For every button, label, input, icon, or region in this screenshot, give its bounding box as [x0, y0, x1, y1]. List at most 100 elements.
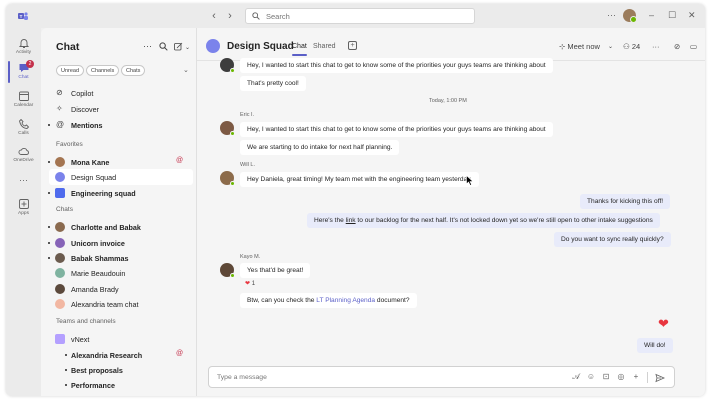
- filter-channels[interactable]: Channels: [86, 65, 120, 76]
- format-icon[interactable]: 𝒜: [571, 372, 581, 382]
- emoji-icon[interactable]: ☺: [586, 372, 596, 382]
- nav-copilot[interactable]: ⊘ Copilot: [41, 85, 196, 101]
- mention-icon: @: [176, 157, 184, 164]
- chat-item-charlotte-and-babak[interactable]: Charlotte and Babak: [41, 219, 196, 235]
- teams-header[interactable]: Teams and channels: [56, 318, 116, 325]
- chat-item-design-squad[interactable]: Design Squad: [49, 169, 193, 185]
- maximize-icon[interactable]: ☐: [668, 9, 676, 21]
- agenda-link[interactable]: LT Planning Agenda: [316, 297, 375, 304]
- avatar: [55, 253, 65, 263]
- loop-icon[interactable]: ◎: [616, 372, 626, 382]
- add-tab-icon[interactable]: +: [348, 41, 357, 50]
- filter-chats[interactable]: Chats: [121, 65, 146, 76]
- team-item-vnext[interactable]: vNext: [41, 331, 196, 347]
- forward-icon[interactable]: ›: [224, 10, 236, 22]
- nav-label: Copilot: [71, 89, 94, 98]
- conversation-title[interactable]: Design Squad: [227, 41, 294, 52]
- copilot-icon[interactable]: ⊘: [674, 42, 680, 52]
- message-composer[interactable]: 𝒜 ☺ ⊡ ◎ +: [208, 366, 675, 388]
- chat-item-engineering-squad[interactable]: Engineering squad: [41, 185, 196, 201]
- svg-text:T: T: [20, 14, 23, 19]
- rail-label: Chat: [18, 75, 29, 80]
- chat-item-alexandria-team-chat[interactable]: Alexandria team chat: [41, 296, 196, 312]
- channel-item-performance[interactable]: Performance: [41, 377, 196, 393]
- tab-shared[interactable]: Shared: [313, 43, 336, 50]
- message-bubble[interactable]: Hey Daniela, great timing! My team met w…: [240, 172, 479, 187]
- chat-item-mona-kane[interactable]: Mona Kane @: [41, 154, 196, 170]
- group-avatar: [55, 238, 65, 248]
- chat-item-marie-beaudouin[interactable]: Marie Beaudouin: [41, 265, 196, 281]
- chats-header[interactable]: Chats: [56, 206, 73, 213]
- rail-chat[interactable]: 2 Chat: [6, 60, 41, 80]
- more-options-icon[interactable]: ···: [607, 9, 616, 21]
- search-input[interactable]: [266, 11, 466, 21]
- title-bar: T ‹ › ··· – ☐ ✕: [6, 4, 705, 28]
- my-message-bubble[interactable]: Will do!: [637, 338, 673, 353]
- rail-label: Activity: [15, 50, 32, 55]
- rail-activity[interactable]: Activity: [6, 37, 41, 55]
- participant-count: 24: [631, 42, 641, 51]
- back-icon[interactable]: ‹: [208, 10, 220, 22]
- rail-calls[interactable]: Calls: [6, 118, 41, 136]
- presence-icon: [230, 181, 235, 186]
- meet-now-button[interactable]: ⊹ Meet now: [559, 42, 600, 52]
- my-message-bubble[interactable]: Do you want to sync really quickly?: [554, 232, 671, 247]
- search-icon[interactable]: [159, 42, 168, 51]
- unread-dot: [48, 161, 50, 163]
- avatar: [55, 268, 65, 278]
- search-box[interactable]: [245, 8, 475, 24]
- more-options-icon[interactable]: ···: [652, 42, 660, 52]
- meet-now-label: Meet now: [567, 42, 600, 51]
- presence-icon: [230, 68, 235, 73]
- chevron-down-icon[interactable]: ⌄: [185, 43, 190, 54]
- minimize-icon[interactable]: –: [649, 9, 654, 21]
- rail-more[interactable]: ···: [6, 175, 41, 185]
- reaction[interactable]: ❤ 1: [245, 280, 255, 287]
- rail-label: Apps: [18, 211, 29, 216]
- rail-onedrive[interactable]: OneDrive: [6, 145, 41, 163]
- channel-item-alexandria-research[interactable]: Alexandria Research @: [41, 347, 196, 363]
- my-message-bubble[interactable]: Here's the link to our backlog for the n…: [307, 213, 660, 228]
- backlog-link[interactable]: link: [346, 217, 356, 224]
- new-chat-icon[interactable]: [174, 42, 183, 51]
- user-avatar[interactable]: [623, 9, 637, 23]
- nav-discover[interactable]: ✧ Discover: [41, 101, 196, 117]
- rail-calendar[interactable]: Calendar: [6, 90, 41, 108]
- tab-chat[interactable]: Chat: [292, 43, 307, 56]
- chevron-down-icon[interactable]: ⌄: [608, 42, 613, 52]
- chat-item-amanda-brady[interactable]: Amanda Brady: [41, 281, 196, 297]
- nav-label: Mentions: [71, 121, 103, 130]
- message-bubble[interactable]: That's pretty cool!: [240, 76, 306, 91]
- message-text: to our backlog for the next half. It's n…: [355, 217, 653, 224]
- more-options-icon[interactable]: ···: [143, 41, 152, 52]
- message-bubble[interactable]: Yes that'd be great!: [240, 263, 311, 278]
- add-icon[interactable]: +: [631, 372, 641, 382]
- side-panel-icon[interactable]: ▭: [690, 42, 697, 52]
- close-icon[interactable]: ✕: [688, 9, 696, 21]
- rail-label: OneDrive: [13, 158, 34, 163]
- message-bubble[interactable]: Btw, can you check the LT Planning Agend…: [240, 293, 417, 308]
- chat-item-unicorn-invoice[interactable]: Unicorn invoice: [41, 235, 196, 251]
- my-message-bubble[interactable]: Thanks for kicking this off!: [580, 194, 671, 209]
- gif-icon[interactable]: ⊡: [601, 372, 611, 382]
- favorites-header[interactable]: Favorites: [56, 141, 83, 148]
- channel-item-best-proposals[interactable]: Best proposals: [41, 362, 196, 378]
- message-bubble[interactable]: Hey, I wanted to start this chat to get …: [240, 58, 553, 73]
- mouse-cursor-icon: [466, 175, 474, 186]
- add-apps-icon: [18, 199, 29, 209]
- message-bubble[interactable]: Hey, I wanted to start this chat to get …: [240, 122, 553, 137]
- message-input[interactable]: [217, 372, 517, 383]
- at-icon: @: [56, 120, 65, 129]
- participants-button[interactable]: ⚇ 24: [623, 42, 640, 52]
- phone-icon: [18, 118, 29, 129]
- chat-name: Alexandria team chat: [71, 300, 139, 309]
- rail-apps[interactable]: Apps: [6, 198, 41, 216]
- chat-item-babak-shammas[interactable]: Babak Shammas: [41, 250, 196, 266]
- send-icon[interactable]: [655, 373, 665, 383]
- message-bubble[interactable]: We are starting to do intake for next ha…: [240, 140, 400, 155]
- nav-mentions[interactable]: @ Mentions: [41, 117, 196, 133]
- chevron-down-icon[interactable]: ⌄: [183, 66, 189, 74]
- channel-name: Performance: [71, 381, 115, 390]
- filter-unread[interactable]: Unread: [56, 65, 85, 76]
- channel-name: Best proposals: [71, 366, 123, 375]
